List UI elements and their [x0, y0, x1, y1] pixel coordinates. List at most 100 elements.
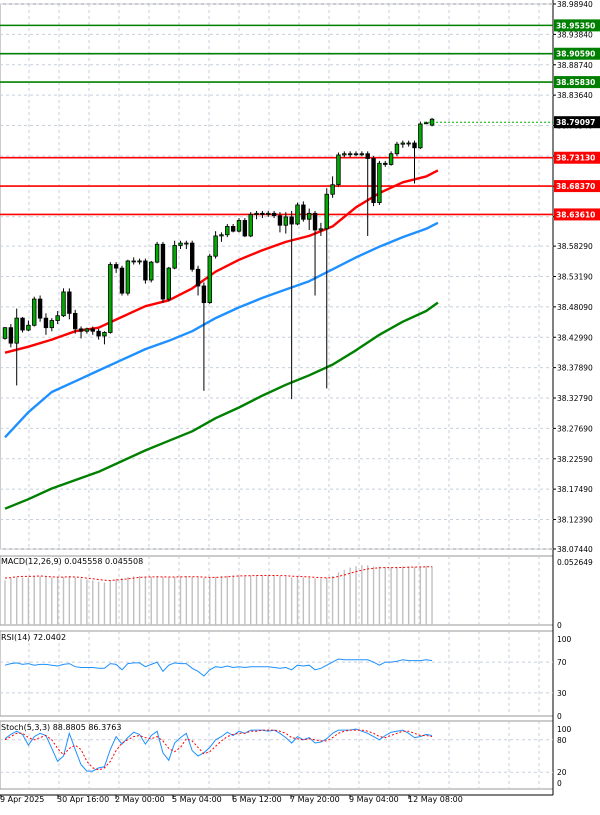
level-price-tag-label: 38.90590: [556, 50, 595, 59]
candle-body: [359, 153, 365, 156]
candle-body: [336, 154, 341, 186]
candle-body: [371, 158, 376, 203]
price-axis-tick-label: 38.98940: [557, 0, 593, 9]
price-axis-tick-label: 38.07440: [557, 545, 593, 554]
candle-body: [353, 153, 359, 156]
candle-body: [119, 267, 125, 294]
candle-body: [347, 153, 353, 156]
candle-body: [125, 260, 131, 294]
candle-body: [306, 212, 312, 220]
candle-body: [295, 204, 300, 225]
candle-body: [201, 285, 207, 304]
level-price-tag-label: 38.68370: [556, 182, 595, 191]
candle-body: [20, 317, 25, 331]
candle-body: [166, 267, 171, 300]
candle-body: [342, 153, 347, 156]
candle-body: [84, 328, 90, 332]
time-axis-tick-label: 2 May 00:00: [115, 795, 165, 804]
level-price-tag-label: 38.95350: [556, 21, 595, 30]
level-price-tag-label: 38.85830: [556, 78, 595, 87]
time-axis-tick-label: 9 May 04:00: [349, 795, 399, 804]
price-axis-tick-label: 38.32790: [557, 394, 593, 403]
price-axis-tick-label: 38.42990: [557, 333, 593, 342]
current-price-tag-label: 38.79097: [556, 118, 595, 127]
candle-body: [102, 332, 107, 337]
candle-body: [365, 153, 370, 159]
candle-body: [32, 298, 37, 326]
candle-body: [160, 243, 166, 300]
candle-body: [330, 184, 335, 195]
macd-indicator-label: MACD(12,26,9) 0.045558 0.045508: [1, 557, 144, 566]
rsi-axis-tick-label: 0: [557, 712, 562, 721]
candle-body: [172, 245, 177, 269]
candle-body: [131, 260, 136, 263]
candle-body: [96, 330, 101, 337]
time-axis-tick-label: 7 May 20:00: [290, 795, 340, 804]
candle-body: [219, 234, 224, 237]
candle-body: [55, 315, 60, 321]
rsi-axis-tick-label: 100: [557, 635, 572, 644]
time-axis-tick-label: 30 Apr 16:00: [57, 795, 109, 804]
candle-body: [67, 291, 72, 314]
price-axis-tick-label: 38.53190: [557, 273, 593, 282]
price-axis-tick-label: 38.93840: [557, 30, 593, 39]
time-axis-tick-label: 12 May 08:00: [408, 795, 463, 804]
candle-body: [213, 235, 218, 257]
candle-body: [2, 327, 8, 339]
time-axis-tick-label: 6 May 12:00: [232, 795, 282, 804]
candle-body: [423, 122, 429, 125]
chart-background: [0, 0, 600, 811]
candle-body: [400, 142, 405, 145]
macd-axis-tick-label: 0.052649: [557, 558, 593, 567]
candle-body: [178, 242, 183, 246]
candle-body: [242, 220, 248, 237]
candle-body: [236, 220, 242, 232]
candle-body: [154, 243, 160, 263]
price-axis-tick-label: 38.22590: [557, 455, 593, 464]
candle-body: [149, 261, 154, 281]
price-axis-tick-label: 38.48090: [557, 303, 593, 312]
macd-axis-tick-label: 0: [557, 621, 562, 630]
candle-body: [78, 328, 84, 332]
candle-body: [143, 260, 148, 281]
candle-body: [14, 317, 19, 344]
candle-body: [195, 268, 201, 287]
candle-body: [184, 242, 189, 245]
candle-body: [418, 123, 423, 149]
candle-body: [207, 255, 212, 304]
candle-body: [394, 143, 400, 155]
candle-body: [260, 212, 265, 215]
price-axis-tick-label: 38.17490: [557, 485, 593, 494]
candle-body: [277, 215, 283, 226]
candle-body: [318, 228, 324, 231]
candle-body: [26, 324, 31, 331]
stochastic-axis-tick-label: 80: [557, 736, 567, 745]
time-axis-tick-label: 5 May 04:00: [172, 795, 222, 804]
candle-body: [61, 291, 66, 317]
candle-body: [73, 312, 78, 330]
candle-body: [377, 162, 382, 203]
candle-body: [113, 264, 119, 269]
rsi-axis-tick-label: 30: [557, 689, 567, 698]
price-axis-tick-label: 38.27690: [557, 424, 593, 433]
candle-body: [271, 212, 277, 217]
candle-body: [225, 226, 230, 236]
chart-canvas: 38.9894038.9384038.8874038.8364038.78540…: [0, 0, 600, 811]
candle-body: [324, 193, 329, 230]
candle-body: [49, 320, 54, 329]
candle-body: [137, 260, 142, 263]
candle-body: [8, 327, 14, 344]
candle-body: [406, 142, 411, 145]
price-axis-tick-label: 38.88740: [557, 61, 593, 70]
price-axis-tick-label: 38.83640: [557, 91, 593, 100]
rsi-axis-tick-label: 70: [557, 658, 567, 667]
candle-body: [43, 317, 49, 329]
candle-body: [248, 214, 253, 237]
stochastic-indicator-label: Stoch(5,3,3) 88.8805 86.3763: [1, 723, 122, 732]
candle-body: [266, 212, 271, 215]
candle-body: [90, 328, 95, 332]
candle-body: [230, 226, 236, 232]
candle-body: [189, 242, 195, 270]
candle-body: [283, 216, 288, 226]
rsi-indicator-label: RSI(14) 72.0402: [1, 633, 67, 642]
